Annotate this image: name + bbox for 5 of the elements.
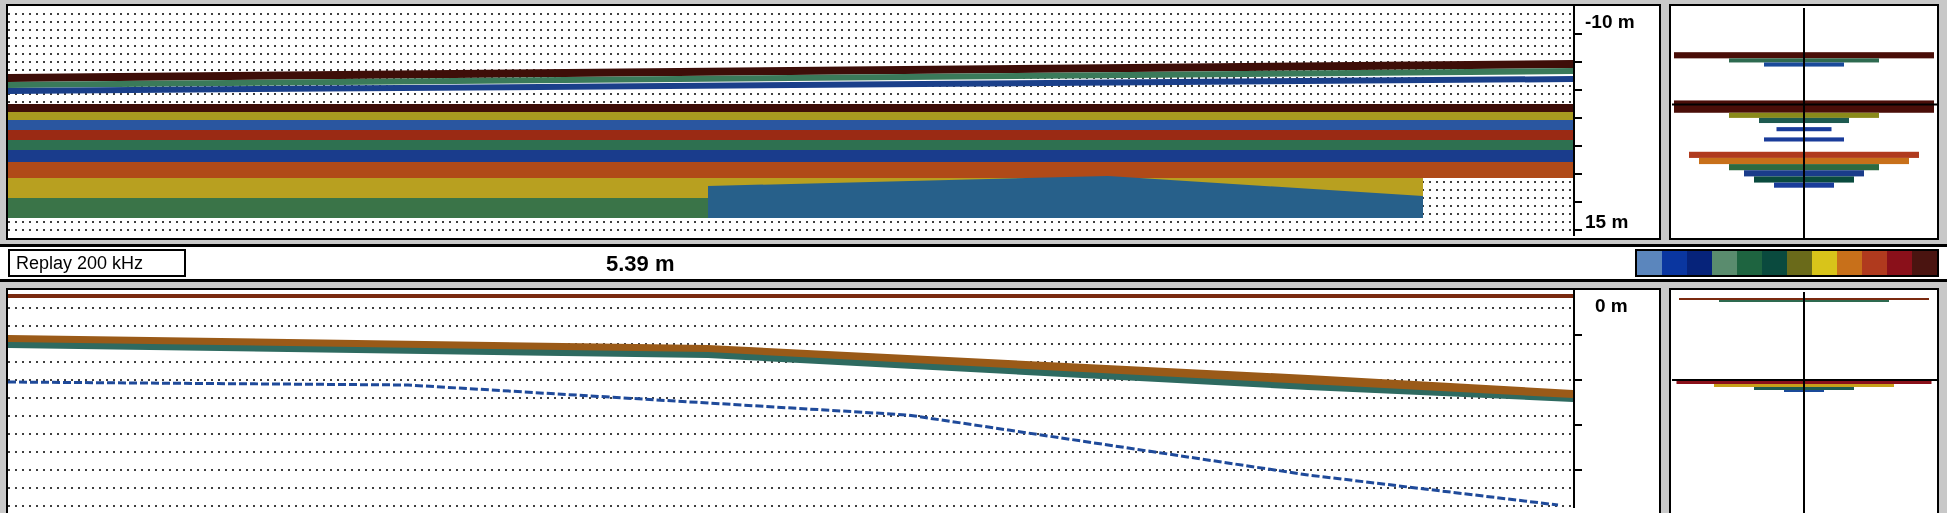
- mode-label: Replay 200 kHz: [8, 249, 186, 277]
- depth-label: 15 m: [1585, 209, 1630, 234]
- depth-label: 0 m: [1595, 294, 1628, 318]
- depth-label: -10 m: [1585, 10, 1635, 34]
- depth-reading: 5.39 m: [606, 249, 675, 278]
